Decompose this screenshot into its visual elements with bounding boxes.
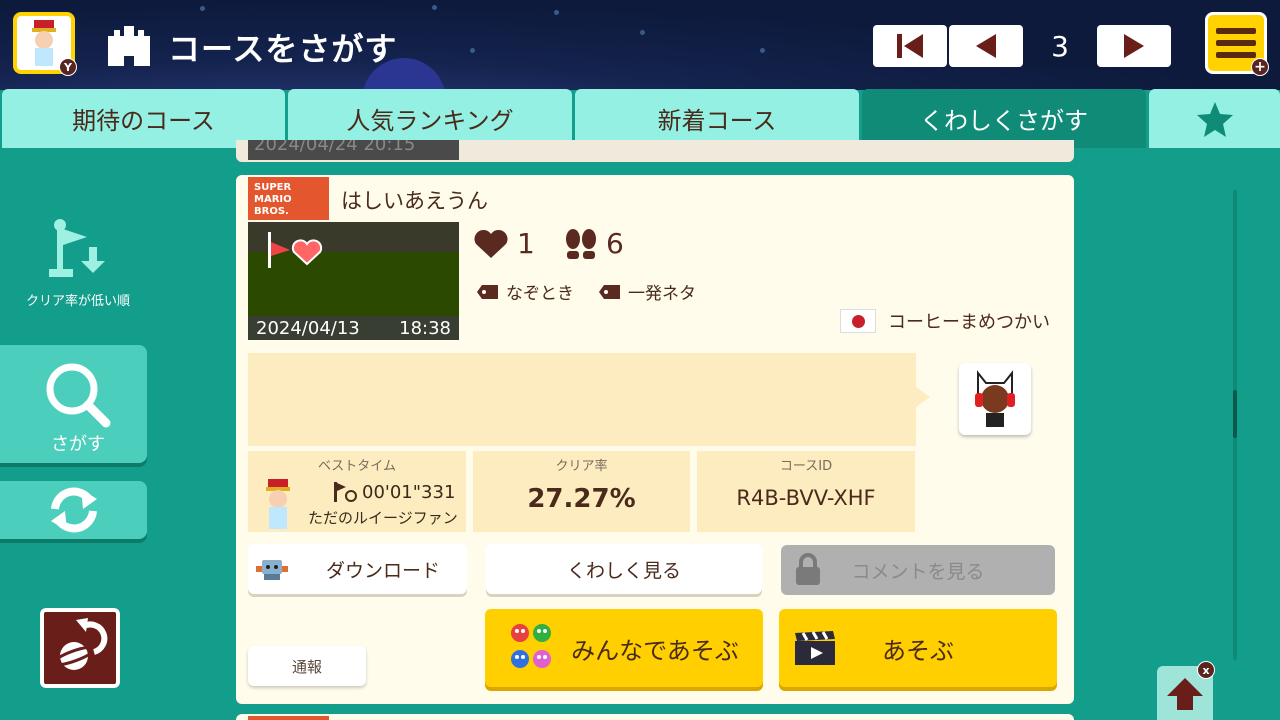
skip-first-icon [897, 34, 923, 58]
maker-mii-avatar[interactable] [959, 363, 1031, 435]
star-icon [1196, 101, 1233, 137]
course-tag-label: 一発ネタ [628, 284, 696, 304]
castle-icon [108, 26, 150, 66]
back-planet-icon [51, 618, 108, 670]
flag-heart-icon [268, 232, 323, 268]
sort-order-label: クリア率が低い順 [25, 294, 130, 309]
report-button[interactable]: 通報 [248, 646, 366, 686]
arrow-up-icon [1167, 678, 1203, 710]
star-decoration [640, 30, 645, 35]
best-time-row: 00'01"331 [332, 481, 455, 503]
view-comments-button[interactable]: コメントを見る [781, 545, 1055, 595]
hamburger-icon [1216, 28, 1256, 34]
robot-icon [256, 560, 288, 580]
next-page-button[interactable] [1097, 25, 1171, 67]
tag-icon [477, 284, 498, 299]
mii-avatar-icon [32, 20, 56, 66]
maker-info[interactable]: コーヒーまめつかい [840, 308, 1050, 334]
japan-flag-icon [840, 309, 876, 333]
star-decoration [554, 10, 559, 15]
plus-button-badge: + [1251, 58, 1269, 76]
download-label: ダウンロード [326, 559, 441, 582]
best-time-value: 00'01"331 [362, 481, 456, 503]
chevron-left-icon [976, 34, 996, 58]
course-description [248, 353, 916, 446]
refresh-button[interactable] [0, 481, 147, 539]
refresh-icon [50, 487, 97, 533]
clear-rate-panel: クリア率 27.27% [473, 451, 690, 532]
star-decoration [760, 48, 765, 53]
course-id-label: コースID [779, 459, 833, 474]
course-thumbnail: 2024/04/13 18:38 [248, 222, 459, 340]
flag-disc [851, 314, 865, 328]
star-decoration [432, 5, 437, 10]
hamburger-line [1216, 40, 1256, 46]
footprints-icon [566, 228, 596, 259]
page-number: 3 [1023, 25, 1097, 67]
next-course-card[interactable] [236, 714, 1074, 720]
best-time-holder-name: ただのルイージファン [308, 509, 458, 527]
plays-stat: 6 [564, 227, 624, 260]
previous-course-date: 2024/04/24 20:15 [248, 140, 459, 160]
course-title: はしいあえうん [341, 189, 488, 213]
course-tag: 一発ネタ [598, 279, 696, 304]
back-button[interactable] [40, 608, 120, 688]
play-label: あそぶ [882, 636, 954, 665]
best-time-panel: ベストタイム 00'01"331 ただのルイージファン [248, 451, 466, 532]
chevron-right-icon [1124, 34, 1144, 58]
tag-icon [599, 284, 620, 299]
tab-favorites[interactable] [1149, 89, 1280, 148]
heart-icon [474, 229, 508, 258]
upload-datetime: 2024/04/13 18:38 [248, 316, 459, 340]
page-title: コースをさがす [168, 30, 398, 68]
speech-bubble-tail [916, 387, 930, 407]
plays-count: 6 [606, 227, 624, 260]
clear-rate-value: 27.27% [527, 484, 636, 514]
course-id-panel[interactable]: コースID R4B-BVV-XHF [697, 451, 915, 532]
goal-timer-icon [334, 482, 357, 502]
course-tag-label: なぞとき [506, 284, 574, 304]
likes-stat: 1 [473, 227, 535, 260]
view-comments-label: コメントを見る [851, 560, 985, 583]
star-decoration [200, 6, 205, 11]
maker-name: コーヒーまめつかい [888, 312, 1050, 333]
upload-time: 18:38 [399, 317, 451, 339]
best-time-holder-avatar [266, 479, 290, 529]
best-time-label: ベストタイム [317, 459, 396, 474]
multiplayer-icon [511, 624, 552, 668]
upload-date: 2024/04/13 [256, 317, 360, 339]
course-tag: なぞとき [476, 279, 574, 304]
course-card: SUPER MARIO BROS. はしいあえうん 2024/04/13 18:… [236, 175, 1074, 704]
first-page-button[interactable] [873, 25, 947, 67]
clapperboard-icon [795, 631, 835, 665]
x-button-badge: x [1197, 661, 1215, 679]
scrollbar-thumb[interactable] [1233, 390, 1237, 438]
download-button[interactable]: ダウンロード [248, 544, 467, 594]
course-id-value: R4B-BVV-XHF [736, 486, 876, 510]
lock-icon [796, 553, 820, 585]
game-style-logo: SUPER MARIO BROS. [248, 177, 329, 220]
multiplayer-play-button[interactable]: みんなであそぶ [485, 609, 763, 687]
clear-rate-label: クリア率 [555, 459, 608, 474]
goal-flag-sort-icon [49, 219, 105, 277]
hamburger-line [1216, 52, 1256, 58]
search-label: さがす [51, 434, 105, 455]
multiplayer-play-label: みんなであそぶ [571, 636, 739, 665]
previous-course-card[interactable]: 2024/04/24 20:15 [236, 140, 1074, 162]
y-button-badge: Y [59, 58, 77, 76]
star-decoration [470, 48, 475, 53]
mii-avatar-icon [975, 370, 1015, 427]
likes-count: 1 [517, 227, 535, 260]
view-details-button[interactable]: くわしく見る [486, 544, 762, 594]
game-style-logo [248, 716, 329, 720]
previous-page-button[interactable] [949, 25, 1023, 67]
search-icon [46, 363, 111, 428]
play-button[interactable]: あそぶ [779, 609, 1057, 687]
